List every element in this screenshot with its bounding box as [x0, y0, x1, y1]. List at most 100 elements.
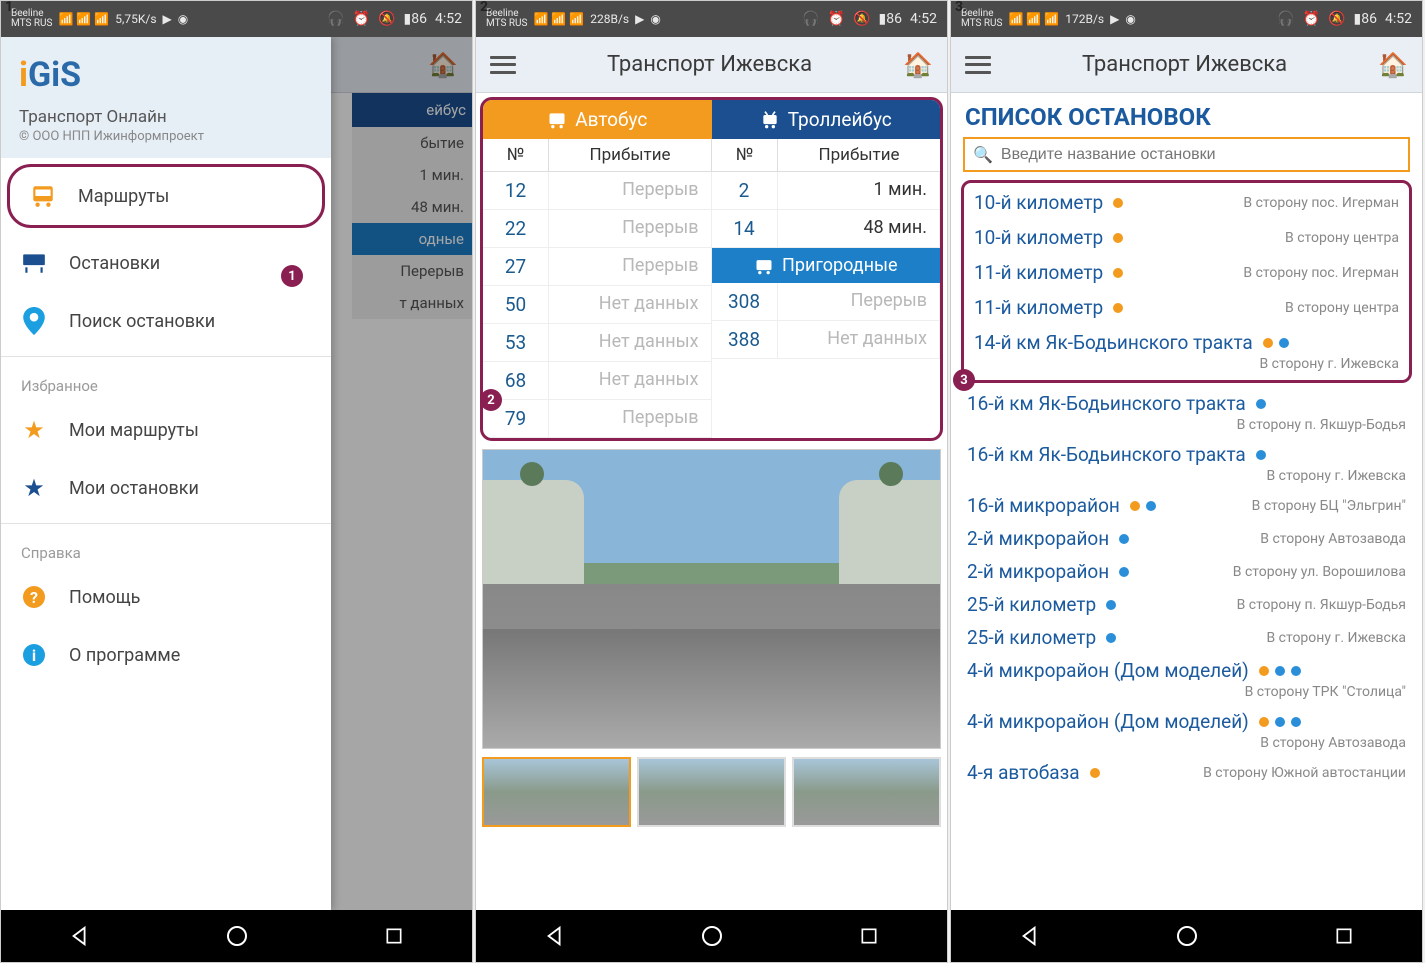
- separator: [1, 523, 331, 524]
- table-row[interactable]: 12Перерыв: [483, 172, 712, 210]
- back-button[interactable]: [541, 922, 569, 950]
- drawer-routes[interactable]: Маршруты: [7, 164, 325, 228]
- back-button[interactable]: [66, 922, 94, 950]
- arrival-time: Нет данных: [778, 321, 941, 358]
- arrival-time: Нет данных: [549, 324, 712, 361]
- tab-suburban[interactable]: Пригородные: [712, 248, 941, 283]
- route-num: 27: [483, 248, 549, 285]
- table-row[interactable]: 308Перерыв: [712, 283, 941, 321]
- trolley-dot-icon: [1119, 534, 1129, 544]
- stops-rest: 16-й км Як-Бодьинского трактаВ сторону п…: [965, 387, 1408, 789]
- drawer-search-stop[interactable]: Поиск остановки: [1, 292, 331, 350]
- drawer-stops[interactable]: Остановки: [1, 234, 331, 292]
- stop-icon: [21, 250, 47, 276]
- stop-item[interactable]: 10-й километрВ сторону пос. Игерман: [968, 185, 1405, 220]
- table-row[interactable]: 27Перерыв: [483, 248, 712, 286]
- thumb-3[interactable]: [792, 757, 941, 827]
- stop-item[interactable]: 16-й км Як-Бодьинского трактаВ сторону г…: [965, 438, 1408, 489]
- home-button[interactable]: [223, 922, 251, 950]
- home-button[interactable]: [1173, 922, 1201, 950]
- drawer-item-label: О программе: [69, 645, 180, 666]
- menu-icon[interactable]: [490, 56, 516, 74]
- search-box[interactable]: 🔍: [963, 137, 1410, 172]
- drawer-my-stops[interactable]: ★ Мои остановки: [1, 459, 331, 517]
- stop-name: 4-й микрорайон (Дом моделей): [967, 710, 1249, 733]
- arrival-time: Перерыв: [549, 248, 712, 285]
- back-button[interactable]: [1016, 922, 1044, 950]
- stop-item[interactable]: 2-й микрорайонВ сторону Автозавода: [965, 522, 1408, 555]
- trolley-dot-icon: [1256, 450, 1266, 460]
- stop-photo[interactable]: [482, 449, 941, 749]
- stop-item[interactable]: 16-й микрорайонВ сторону БЦ "Эльгрин": [965, 489, 1408, 522]
- stop-item[interactable]: 11-й километрВ сторону пос. Игерман: [968, 255, 1405, 290]
- menu-icon[interactable]: [965, 56, 991, 74]
- bus-dot-icon: [1263, 338, 1273, 348]
- stop-item[interactable]: 11-й километрВ сторону центра: [968, 290, 1405, 325]
- nav-drawer: iGiS Транспорт Онлайн © ООО НПП Ижинформ…: [1, 37, 331, 910]
- stop-name: 16-й микрорайон: [967, 494, 1120, 517]
- trolley-dot-icon: [1146, 501, 1156, 511]
- bus-icon: [30, 183, 56, 209]
- recent-button[interactable]: [1330, 922, 1358, 950]
- stop-direction: В сторону п. Якшур-Бодья: [967, 417, 1406, 433]
- stop-item[interactable]: 4-й микрорайон (Дом моделей)В сторону Ав…: [965, 705, 1408, 756]
- home-icon[interactable]: 🏠: [903, 51, 933, 79]
- thumb-1[interactable]: [482, 757, 631, 827]
- status-bar: Beeline MTS RUS 📶 📶 📶 228B/s ▶ ◉ 🎧 ⏰ 🔕 ▮…: [476, 1, 947, 37]
- recent-button[interactable]: [855, 922, 883, 950]
- nav-bar: [1, 910, 472, 962]
- arrival-time: Нет данных: [549, 362, 712, 399]
- stop-item[interactable]: 10-й километрВ сторону центра: [968, 220, 1405, 255]
- arrival-time: Нет данных: [549, 286, 712, 323]
- table-row[interactable]: 1448 мин.: [712, 210, 941, 248]
- drawer-about[interactable]: i О программе: [1, 626, 331, 684]
- help-icon: ?: [21, 584, 47, 610]
- bus-dot-icon: [1113, 233, 1123, 243]
- tab-trolley[interactable]: Троллейбус: [712, 100, 941, 139]
- table-row[interactable]: 79Перерыв: [483, 400, 712, 438]
- trolley-dot-icon: [1119, 567, 1129, 577]
- tab-bus[interactable]: Автобус: [483, 100, 712, 139]
- trolley-column: 21 мин.1448 мин.Пригородные308Перерыв388…: [712, 172, 941, 438]
- arrivals-table: Автобус Троллейбус № Прибытие № Прибытие…: [480, 97, 943, 441]
- clock: 4:52: [910, 11, 937, 27]
- panel-label: 1.: [5, 0, 17, 15]
- table-row[interactable]: 53Нет данных: [483, 324, 712, 362]
- home-button[interactable]: [698, 922, 726, 950]
- trolley-dot-icon: [1275, 717, 1285, 727]
- alarm-icon: ⏰: [1303, 11, 1320, 27]
- route-num: 388: [712, 321, 778, 358]
- panel3-content: СПИСОК ОСТАНОВОК 🔍 10-й километрВ сторон…: [951, 93, 1422, 910]
- stop-item[interactable]: 2-й микрорайонВ сторону ул. Ворошилова: [965, 555, 1408, 588]
- drawer-my-routes[interactable]: ★ Мои маршруты: [1, 401, 331, 459]
- route-num: 14: [712, 210, 778, 247]
- stop-item[interactable]: 4-й микрорайон (Дом моделей)В сторону ТР…: [965, 654, 1408, 705]
- drawer-item-label: Помощь: [69, 587, 140, 608]
- drawer-help[interactable]: ? Помощь: [1, 568, 331, 626]
- separator: [1, 356, 331, 357]
- table-row[interactable]: 22Перерыв: [483, 210, 712, 248]
- table-row[interactable]: 68Нет данных: [483, 362, 712, 400]
- table-row[interactable]: 50Нет данных: [483, 286, 712, 324]
- signal-icon: 📶 📶 📶: [1008, 12, 1059, 26]
- stop-item[interactable]: 14-й км Як-Бодьинского трактаВ сторону г…: [968, 325, 1405, 378]
- alarm-icon: ⏰: [828, 11, 845, 27]
- viber-icon: ◉: [178, 12, 188, 26]
- stop-item[interactable]: 25-й километрВ сторону п. Якшур-Бодья: [965, 588, 1408, 621]
- thumb-2[interactable]: [637, 757, 786, 827]
- trolley-dot-icon: [1291, 717, 1301, 727]
- recent-button[interactable]: [380, 922, 408, 950]
- stop-item[interactable]: 4-я автобазаВ сторону Южной автостанции: [965, 756, 1408, 789]
- home-icon[interactable]: 🏠: [1378, 51, 1408, 79]
- search-input[interactable]: [1001, 146, 1400, 164]
- appbar: Транспорт Ижевска 🏠: [476, 37, 947, 93]
- viber-icon: ◉: [650, 12, 660, 26]
- table-row[interactable]: 388Нет данных: [712, 321, 941, 359]
- youtube-icon: ▶: [635, 12, 644, 26]
- stop-item[interactable]: 16-й км Як-Бодьинского трактаВ сторону п…: [965, 387, 1408, 438]
- stop-item[interactable]: 25-й километрВ сторону г. Ижевска: [965, 621, 1408, 654]
- silent-icon: 🔕: [853, 11, 870, 27]
- table-row[interactable]: 21 мин.: [712, 172, 941, 210]
- table-subheader: № Прибытие № Прибытие: [483, 139, 940, 172]
- stop-direction: В сторону г. Ижевска: [1266, 630, 1406, 646]
